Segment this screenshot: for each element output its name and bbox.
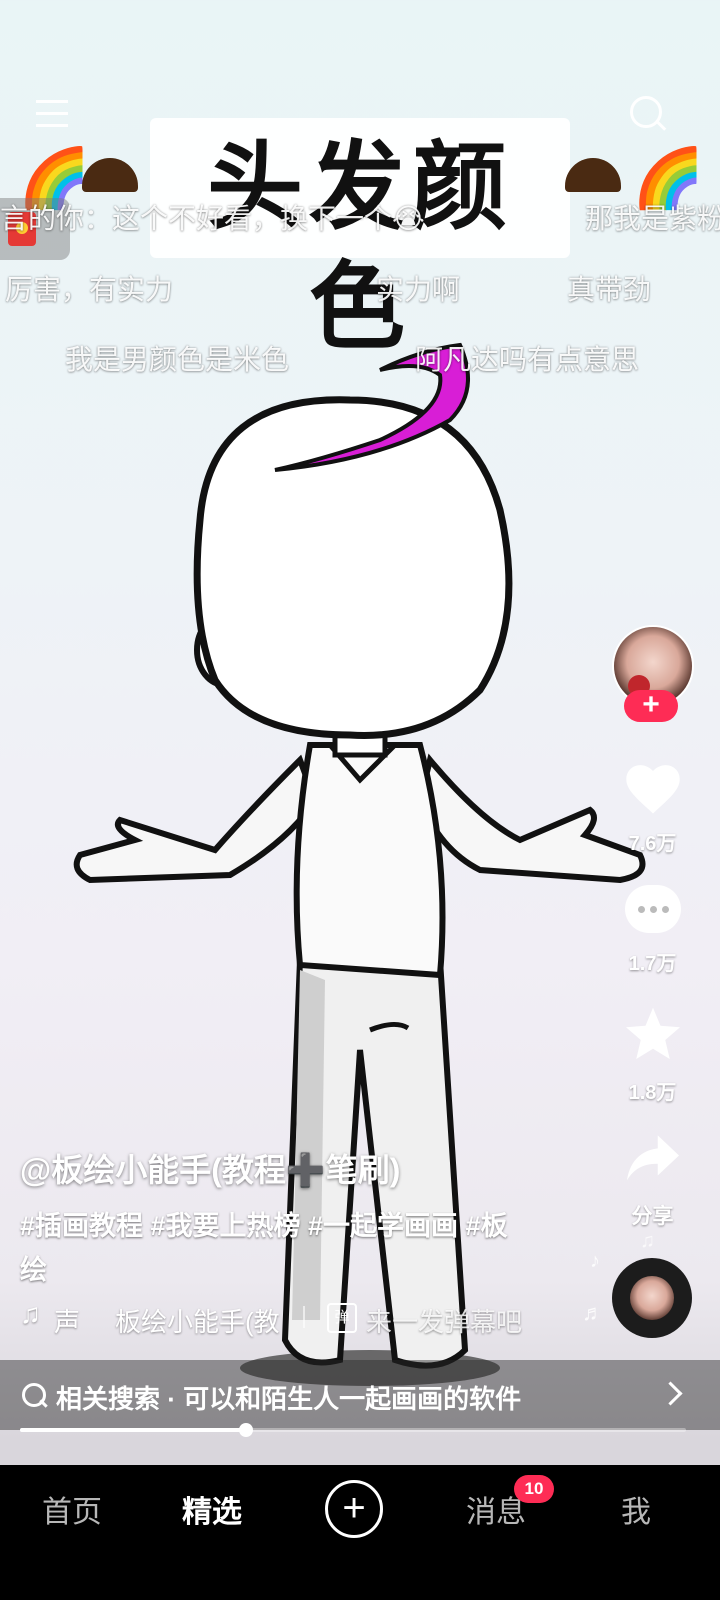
related-search-bar[interactable]: 相关搜索 · 可以和陌生人一起画画的软件 [0, 1360, 720, 1430]
chevron-right-icon [658, 1381, 683, 1406]
like-group[interactable]: 7.6万 [585, 760, 720, 856]
music-disc[interactable] [612, 1258, 692, 1338]
share-icon [626, 1135, 679, 1181]
danmaku-item: 阿凡达吗有点意思 [415, 344, 640, 375]
nav-home[interactable]: 首页 [42, 1487, 102, 1531]
divider [303, 1306, 305, 1328]
share-label: 分享 [631, 1205, 674, 1228]
related-search-text: 相关搜索 · 可以和陌生人一起画画的软件 [56, 1384, 522, 1414]
system-bar [0, 1555, 720, 1600]
nav-featured[interactable]: 精选 [182, 1487, 242, 1531]
hashtags-continued[interactable]: 绘 [20, 1248, 47, 1287]
follow-button[interactable]: + [624, 690, 678, 722]
music-note-icon: ♪ [590, 1250, 600, 1272]
add-button[interactable]: + [325, 1480, 383, 1538]
danmaku-toggle-icon[interactable]: 弹 [327, 1303, 357, 1333]
star-icon [625, 1007, 680, 1059]
nav-me[interactable]: 我 [621, 1487, 651, 1531]
danmaku-item: 我是男颜色是米色 [65, 344, 290, 375]
music-name[interactable]: 板绘小能手(教 [115, 1302, 280, 1339]
comment-icon [624, 885, 681, 933]
progress-fill [20, 1428, 246, 1432]
messages-badge: 10 [514, 1475, 554, 1503]
author-name[interactable]: @板绘小能手(教程➕笔刷) [20, 1145, 400, 1191]
share-group[interactable]: 分享 [585, 1133, 720, 1230]
progress-knob[interactable] [239, 1423, 253, 1437]
danmaku-input[interactable]: 来一发弹幕吧 [366, 1302, 522, 1339]
danmaku-item: 言的你：这个不好看，换下一个😭 [0, 203, 425, 234]
hashtags[interactable]: #插画教程 #我要上热榜 #一起学画画 #板 [20, 1204, 508, 1243]
bottom-nav: 首页 精选 + 消息 10 我 [0, 1465, 720, 1555]
menu-icon[interactable] [36, 100, 68, 128]
favorite-count: 1.8万 [628, 1082, 677, 1104]
danmaku-item: 厉害，有实力 [5, 274, 174, 305]
comment-count: 1.7万 [628, 953, 677, 975]
danmaku-item: 那我是紫粉 [585, 203, 720, 234]
danmaku-item: 真带劲 [567, 274, 652, 305]
comment-group[interactable]: 1.7万 [585, 885, 720, 976]
music-icon: ♫ [20, 1298, 41, 1329]
like-count: 7.6万 [628, 833, 677, 855]
music-note-icon: ♬ [582, 1300, 604, 1325]
favorite-group[interactable]: 1.8万 [585, 1005, 720, 1105]
sound-label[interactable]: 声 [54, 1302, 80, 1339]
music-note-icon: ♫ [640, 1230, 655, 1252]
heart-icon [625, 765, 680, 814]
danmaku-item: 实力啊 [376, 274, 461, 305]
title-overlay: 头发颜色 [207, 134, 513, 361]
search-icon[interactable] [630, 96, 667, 132]
